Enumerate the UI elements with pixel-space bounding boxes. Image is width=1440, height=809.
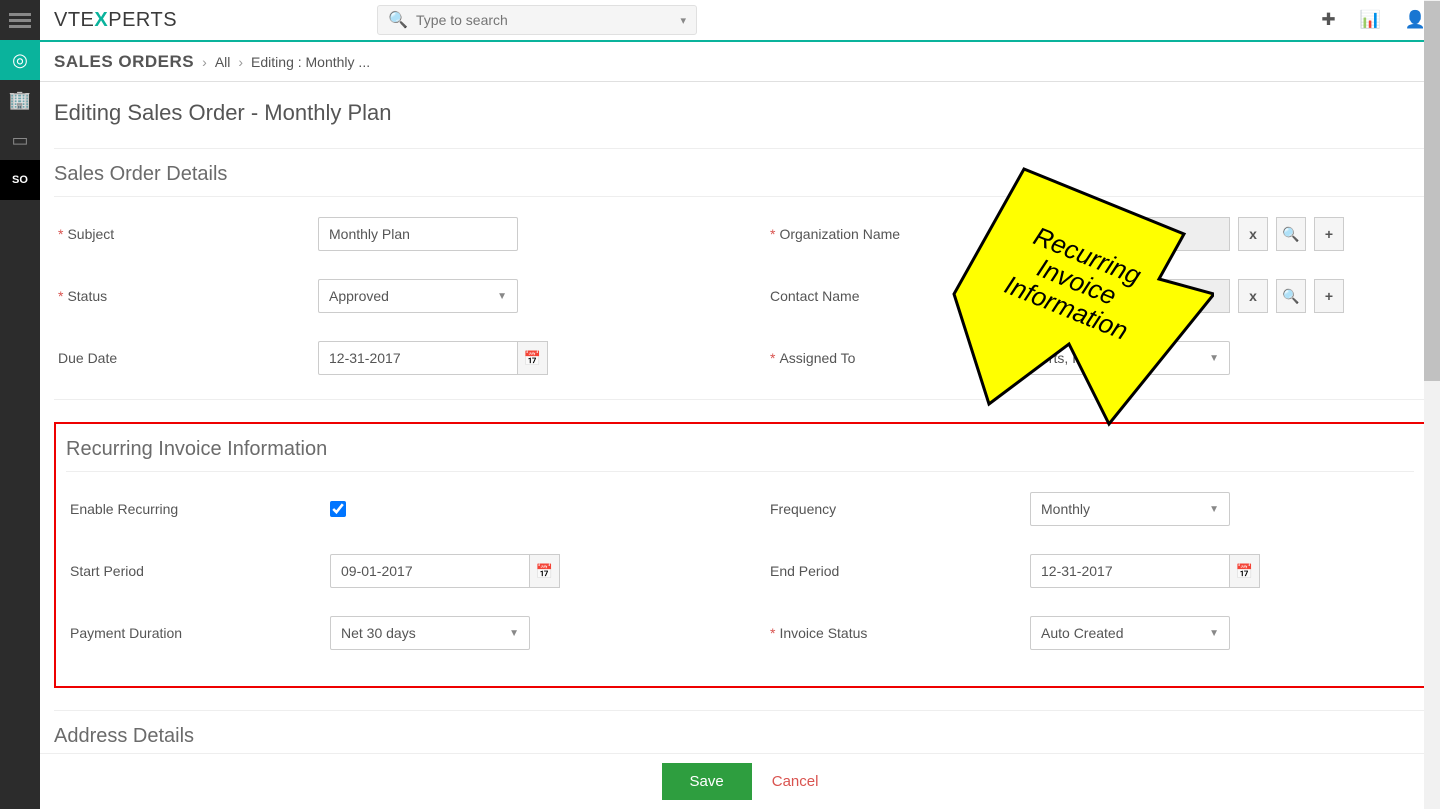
- menu-icon[interactable]: [0, 0, 40, 40]
- end-period-input[interactable]: [1030, 554, 1230, 588]
- analytics-icon[interactable]: 📊: [1360, 10, 1381, 30]
- contact-label: Contact Name: [770, 288, 859, 304]
- assigned-select[interactable]: erts, Inc.▼: [1030, 341, 1230, 375]
- enable-recurring-checkbox[interactable]: [330, 501, 346, 517]
- org-search-button[interactable]: 🔍: [1276, 217, 1306, 251]
- org-lookup-input[interactable]: [1030, 217, 1230, 251]
- user-icon[interactable]: 👤: [1405, 10, 1426, 30]
- crumb-all[interactable]: All: [215, 54, 231, 70]
- search-input-wrap[interactable]: 🔍 ▾: [377, 5, 697, 35]
- crumb-current: Editing : Monthly ...: [251, 54, 370, 70]
- status-select[interactable]: Approved▼: [318, 279, 518, 313]
- block-recurring-invoice: RecurringInvoiceInformation Recurring In…: [54, 422, 1426, 688]
- block-title: Sales Order Details: [54, 163, 1426, 197]
- calendar-icon[interactable]: 📅: [518, 341, 548, 375]
- chevron-down-icon: ▼: [497, 291, 507, 302]
- contact-lookup-input[interactable]: [1030, 279, 1230, 313]
- contact-clear-button[interactable]: x: [1238, 279, 1268, 313]
- cancel-button[interactable]: Cancel: [772, 773, 819, 790]
- search-input[interactable]: [408, 12, 681, 28]
- logo-post: PERTS: [108, 9, 177, 31]
- invstatus-label: Invoice Status: [779, 625, 867, 641]
- brand-icon[interactable]: ◎: [0, 40, 40, 80]
- enable-label: Enable Recurring: [70, 501, 178, 517]
- frequency-select[interactable]: Monthly▼: [1030, 492, 1230, 526]
- duedate-input[interactable]: [318, 341, 518, 375]
- chevron-down-icon: ▼: [1209, 628, 1219, 639]
- subject-input[interactable]: [318, 217, 518, 251]
- payment-label: Payment Duration: [70, 625, 182, 641]
- org-label: Organization Name: [779, 226, 900, 242]
- scrollbar-thumb[interactable]: [1424, 1, 1440, 381]
- end-label: End Period: [770, 563, 839, 579]
- sales-orders-icon[interactable]: SO: [0, 160, 40, 200]
- contact-search-button[interactable]: 🔍: [1276, 279, 1306, 313]
- status-label: Status: [67, 288, 107, 304]
- topbar: VTEXPERTS 🔍 ▾ ✚ 📊 👤: [40, 0, 1440, 42]
- left-rail: ◎ 🏢 ▭ SO: [0, 0, 40, 809]
- payment-duration-select[interactable]: Net 30 days▼: [330, 616, 530, 650]
- assigned-label: Assigned To: [779, 350, 855, 366]
- org-icon[interactable]: 🏢: [0, 80, 40, 120]
- main: VTEXPERTS 🔍 ▾ ✚ 📊 👤 SALES ORDERS › All ›…: [40, 0, 1440, 809]
- start-period-input[interactable]: [330, 554, 530, 588]
- bottombar: Save Cancel: [40, 753, 1440, 809]
- subject-label: Subject: [67, 226, 114, 242]
- org-clear-button[interactable]: x: [1238, 217, 1268, 251]
- contact-icon[interactable]: ▭: [0, 120, 40, 160]
- save-button[interactable]: Save: [662, 763, 752, 800]
- org-add-button[interactable]: +: [1314, 217, 1344, 251]
- calendar-icon[interactable]: 📅: [1230, 554, 1260, 588]
- scrollbar[interactable]: [1424, 0, 1440, 809]
- logo: VTEXPERTS: [54, 9, 177, 32]
- page-title: Editing Sales Order - Monthly Plan: [54, 82, 1426, 148]
- chevron-down-icon: ▼: [1209, 504, 1219, 515]
- calendar-icon[interactable]: 📅: [530, 554, 560, 588]
- frequency-label: Frequency: [770, 501, 836, 517]
- block-title: Address Details: [54, 725, 1426, 753]
- block-address-details: Address Details Copy Billing Address fro…: [54, 710, 1426, 753]
- invoice-status-select[interactable]: Auto Created▼: [1030, 616, 1230, 650]
- contact-add-button[interactable]: +: [1314, 279, 1344, 313]
- duedate-label: Due Date: [58, 350, 117, 366]
- search-icon: 🔍: [388, 10, 408, 30]
- chevron-down-icon: ▼: [509, 628, 519, 639]
- chevron-down-icon[interactable]: ▾: [681, 14, 687, 27]
- breadcrumb: SALES ORDERS › All › Editing : Monthly .…: [40, 42, 1440, 82]
- start-label: Start Period: [70, 563, 144, 579]
- logo-x: X: [94, 9, 108, 31]
- logo-pre: VTE: [54, 9, 94, 31]
- add-icon[interactable]: ✚: [1321, 10, 1335, 30]
- chevron-down-icon: ▼: [1209, 353, 1219, 364]
- content: Editing Sales Order - Monthly Plan Sales…: [40, 82, 1440, 753]
- crumb-module[interactable]: SALES ORDERS: [54, 52, 194, 72]
- block-title: Recurring Invoice Information: [66, 438, 1414, 472]
- block-sales-order-details: Sales Order Details *Subject *Organizati…: [54, 148, 1426, 400]
